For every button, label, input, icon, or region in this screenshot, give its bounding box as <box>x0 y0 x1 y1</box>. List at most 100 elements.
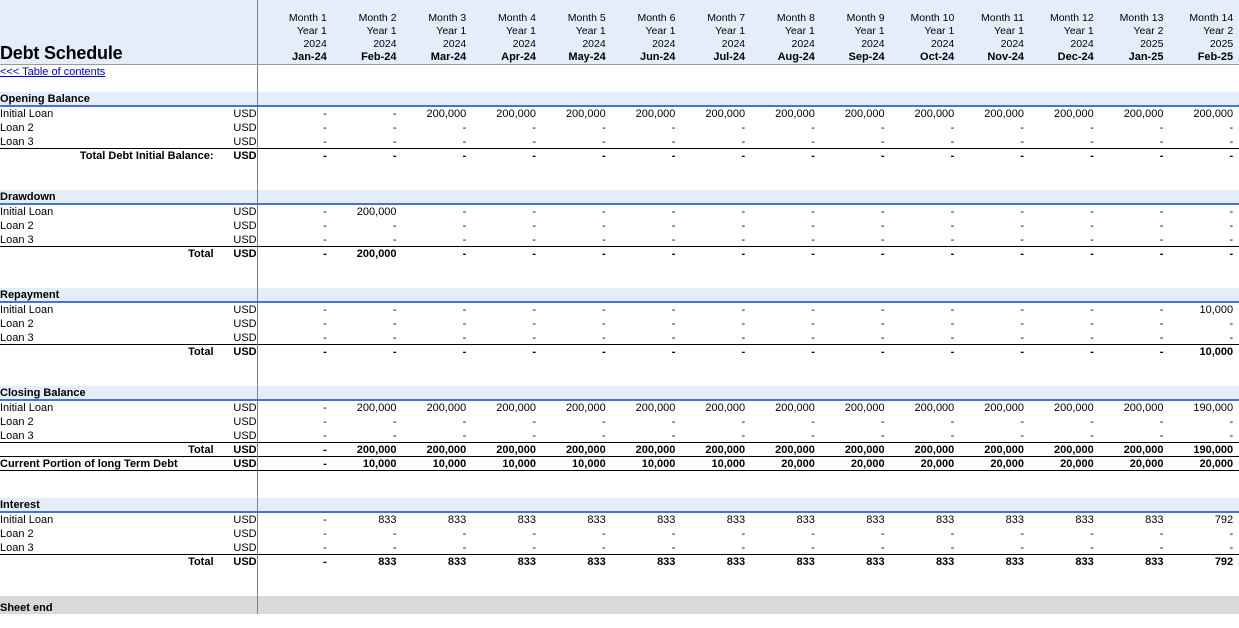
column-header-3: Month 3Year 12024Mar-24 <box>397 0 467 64</box>
gap-drawdown-b-c11 <box>954 274 1024 288</box>
gap-repayment-b <box>0 372 1239 386</box>
column-header-month: Month 6 <box>606 12 676 25</box>
gap-repayment-a-c10 <box>885 358 955 372</box>
spacer-after-toc-c7 <box>675 78 745 92</box>
section-blank-opening-balance-11 <box>954 92 1024 106</box>
toc-blank-10 <box>885 64 955 78</box>
gap-interest-b-c4 <box>466 582 536 596</box>
toc-blank-12 <box>1024 64 1094 78</box>
cell-interest-1-14: - <box>1233 526 1239 540</box>
gap-interest-a-c15 <box>1233 568 1239 582</box>
gap-repayment-a-unit <box>214 358 258 372</box>
cell-opening-balance-0-13: 200,000 <box>1163 106 1233 120</box>
section-blank-drawdown-3 <box>397 190 467 204</box>
column-header-year: Year 1 <box>954 25 1024 38</box>
cell-drawdown-1-3: - <box>466 218 536 232</box>
gap-closing-balance-a-c3 <box>397 470 467 484</box>
cell-drawdown-0-14: - <box>1233 204 1239 218</box>
column-header-8: Month 8Year 12024Aug-24 <box>745 0 815 64</box>
cell-opening-balance-1-14: - <box>1233 120 1239 134</box>
cell-opening-balance-2-0: - <box>257 134 327 148</box>
table-row: Loan 3USD--------------- <box>0 134 1239 148</box>
gap-closing-balance-b-c13 <box>1094 484 1164 498</box>
cell-interest-2-2: - <box>397 540 467 554</box>
gap-interest-b-c6 <box>606 582 676 596</box>
cell-closing-balance-2-0: - <box>257 428 327 442</box>
cell-repayment-2-0: - <box>257 330 327 344</box>
cell-opening-balance-2-4: - <box>536 134 606 148</box>
section-blank-closing-balance-13 <box>1094 386 1164 400</box>
gap-interest-a-c8 <box>745 568 815 582</box>
column-header-month: Month 11 <box>954 12 1024 25</box>
spacer-after-toc-c1 <box>257 78 327 92</box>
gap-closing-balance-a-c5 <box>536 470 606 484</box>
sheet-end-c12 <box>1024 596 1094 614</box>
total-label-closing-balance: Total <box>0 442 214 456</box>
gap-closing-balance-a-label <box>0 470 214 484</box>
cell-drawdown-2-8: - <box>815 232 885 246</box>
total-cell-interest-9: 833 <box>885 554 955 568</box>
cell-repayment-1-4: - <box>536 316 606 330</box>
table-row: Loan 2USD--------------- <box>0 218 1239 232</box>
cell-drawdown-1-2: - <box>397 218 467 232</box>
gap-closing-balance-a-c10 <box>885 470 955 484</box>
cell-drawdown-1-4: - <box>536 218 606 232</box>
section-blank-repayment-8 <box>745 288 815 302</box>
toc-unit-cell <box>214 64 258 78</box>
column-header-month: Month 9 <box>815 12 885 25</box>
table-of-contents-link[interactable]: <<< Table of contents <box>0 66 105 78</box>
spacer-after-toc-c12 <box>1024 78 1094 92</box>
cell-repayment-0-2: - <box>397 302 467 316</box>
section-blank-drawdown-6 <box>606 190 676 204</box>
gap-opening-balance-a-c12 <box>1024 162 1094 176</box>
cell-interest-0-8: 833 <box>815 512 885 526</box>
total-cell-opening-balance-1: - <box>327 148 397 162</box>
gap-drawdown-a <box>0 260 1239 274</box>
gap-opening-balance-a-c15 <box>1233 162 1239 176</box>
cell-opening-balance-1-13: - <box>1163 120 1233 134</box>
total-cell-repayment-14: - <box>1233 344 1239 358</box>
gap-repayment-b-c9 <box>815 372 885 386</box>
column-header-year: Year 1 <box>745 25 815 38</box>
cell-drawdown-0-1: 200,000 <box>327 204 397 218</box>
cell-interest-1-6: - <box>675 526 745 540</box>
table-row: Loan 2USD--------------- <box>0 120 1239 134</box>
total-cell-repayment-9: - <box>885 344 955 358</box>
table-row: Initial LoanUSD-833833833833833833833833… <box>0 512 1239 526</box>
cell-opening-balance-1-0: - <box>257 120 327 134</box>
cpltd-cell-0: - <box>257 456 327 470</box>
gap-opening-balance-b-c4 <box>466 176 536 190</box>
total-cell-repayment-3: - <box>466 344 536 358</box>
cell-opening-balance-2-8: - <box>815 134 885 148</box>
gap-drawdown-a-c15 <box>1233 260 1239 274</box>
cell-drawdown-0-0: - <box>257 204 327 218</box>
section-unit-opening-balance <box>214 92 258 106</box>
cell-closing-balance-2-2: - <box>397 428 467 442</box>
cell-opening-balance-2-14: - <box>1233 134 1239 148</box>
column-header-year: Year 2 <box>1233 25 1239 38</box>
cell-closing-balance-1-13: - <box>1163 414 1233 428</box>
section-header-drawdown: Drawdown <box>0 190 1239 204</box>
section-blank-closing-balance-9 <box>815 386 885 400</box>
section-blank-closing-balance-5 <box>536 386 606 400</box>
gap-interest-a-c6 <box>606 568 676 582</box>
cell-closing-balance-1-11: - <box>1024 414 1094 428</box>
total-cell-repayment-7: - <box>745 344 815 358</box>
column-header-month: Month 12 <box>1024 12 1094 25</box>
section-blank-drawdown-5 <box>536 190 606 204</box>
gap-closing-balance-a-c15 <box>1233 470 1239 484</box>
spacer-after-toc-c15 <box>1233 78 1239 92</box>
cell-drawdown-0-10: - <box>954 204 1024 218</box>
cell-repayment-2-10: - <box>954 330 1024 344</box>
gap-opening-balance-a-c2 <box>327 162 397 176</box>
cell-repayment-2-11: - <box>1024 330 1094 344</box>
gap-repayment-b-c8 <box>745 372 815 386</box>
section-blank-drawdown-9 <box>815 190 885 204</box>
cell-opening-balance-2-1: - <box>327 134 397 148</box>
gap-interest-b-c9 <box>815 582 885 596</box>
cell-repayment-0-3: - <box>466 302 536 316</box>
cell-repayment-2-14: - <box>1233 330 1239 344</box>
cell-opening-balance-1-3: - <box>466 120 536 134</box>
gap-interest-b-c14 <box>1163 582 1233 596</box>
gap-interest-a-unit <box>214 568 258 582</box>
